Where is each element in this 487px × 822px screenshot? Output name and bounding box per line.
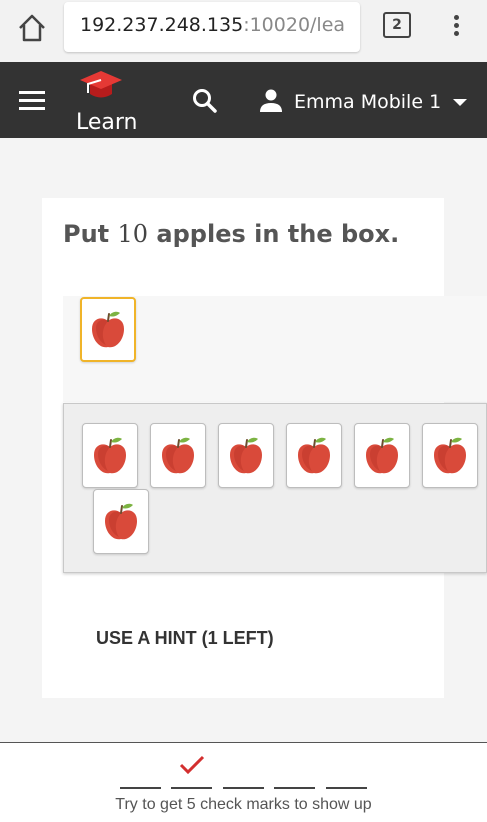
answer-box[interactable] xyxy=(63,296,487,402)
check-icon xyxy=(178,753,206,781)
app-bar: Learn Emma Mobile 1 xyxy=(0,62,487,138)
caret-down-icon xyxy=(453,98,468,106)
apple-icon xyxy=(94,437,126,473)
apple-tile[interactable] xyxy=(422,423,478,488)
user-name: Emma Mobile 1 xyxy=(294,91,442,113)
progress-footer: Try to get 5 check marks to show up xyxy=(0,742,487,822)
mark-slot xyxy=(120,787,161,789)
apple-tile[interactable] xyxy=(80,297,136,362)
person-icon xyxy=(258,87,284,117)
apple-tile[interactable] xyxy=(218,423,274,488)
mark-slot xyxy=(274,787,315,789)
apple-icon xyxy=(366,437,398,473)
progress-message: Try to get 5 check marks to show up xyxy=(115,796,372,813)
apple-tile[interactable] xyxy=(150,423,206,488)
apple-tile[interactable] xyxy=(93,489,149,554)
apple-icon xyxy=(434,437,466,473)
user-menu-button[interactable]: Emma Mobile 1 xyxy=(258,87,468,117)
app-title[interactable]: Learn xyxy=(76,110,138,135)
apple-icon xyxy=(298,437,330,473)
mark-slot xyxy=(326,787,367,789)
apple-icon xyxy=(105,503,137,539)
apple-icon xyxy=(162,437,194,473)
apple-tile[interactable] xyxy=(354,423,410,488)
tab-switcher-button[interactable]: 2 xyxy=(383,12,411,38)
apple-icon xyxy=(230,437,262,473)
search-icon[interactable] xyxy=(190,86,220,116)
apple-tile[interactable] xyxy=(82,423,138,488)
apple-icon xyxy=(92,311,124,347)
address-bar[interactable]: 192.237.248.135:10020/lea xyxy=(64,2,360,52)
question-text: Put 10 apples in the box. xyxy=(63,220,400,248)
hamburger-icon[interactable] xyxy=(19,91,45,111)
home-icon[interactable] xyxy=(14,10,50,46)
url-host: 192.237.248.135 xyxy=(80,14,244,36)
browser-toolbar: 192.237.248.135:10020/lea 2 xyxy=(0,0,487,62)
use-hint-button[interactable]: USE A HINT (1 LEFT) xyxy=(96,628,274,649)
check-marks xyxy=(120,753,370,789)
source-tray xyxy=(63,403,487,573)
graduation-cap-icon xyxy=(78,68,124,104)
mark-slot xyxy=(223,787,264,789)
more-vert-icon[interactable] xyxy=(446,12,466,40)
mark-slot xyxy=(171,787,212,789)
apple-tile[interactable] xyxy=(286,423,342,488)
url-path: :10020/lea xyxy=(243,14,346,36)
